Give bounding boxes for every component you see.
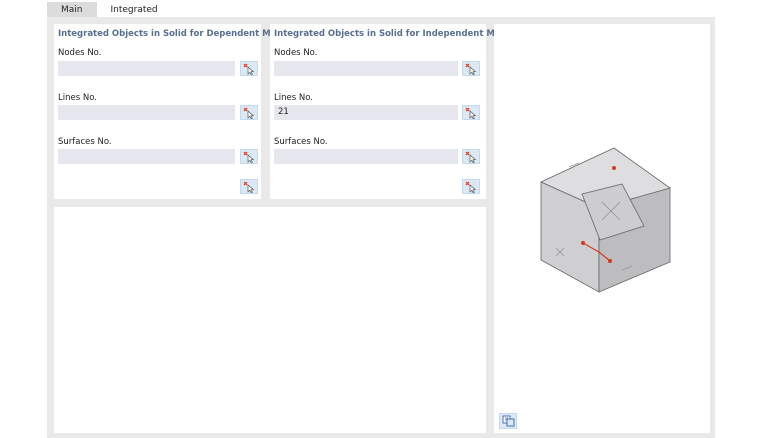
- pick-cursor-icon: [465, 181, 477, 193]
- independent-pick-all-button[interactable]: [462, 179, 480, 194]
- solid-preview-graphic: [540, 147, 671, 293]
- view-options-button[interactable]: [499, 413, 517, 429]
- pick-cursor-icon: [243, 181, 255, 193]
- pick-cursor-icon: [243, 151, 255, 163]
- pick-cursor-icon: [243, 107, 255, 119]
- independent-nodes-label: Nodes No.: [274, 48, 318, 58]
- details-area: [54, 207, 486, 433]
- pick-cursor-icon: [465, 151, 477, 163]
- independent-mesh-title: Integrated Objects in Solid for Independ…: [274, 29, 512, 39]
- independent-surfaces-field[interactable]: [274, 149, 458, 164]
- pick-cursor-icon: [465, 63, 477, 75]
- dialog-frame: Integrated Objects in Solid for Dependen…: [47, 17, 715, 438]
- tab-main[interactable]: Main: [47, 2, 97, 18]
- dependent-nodes-field[interactable]: [58, 61, 235, 76]
- dependent-lines-label: Lines No.: [58, 93, 97, 103]
- dependent-nodes-label: Nodes No.: [58, 48, 102, 58]
- independent-surfaces-pick-button[interactable]: [462, 149, 480, 164]
- dependent-lines-field[interactable]: [58, 105, 235, 120]
- dependent-mesh-title: Integrated Objects in Solid for Dependen…: [58, 29, 288, 39]
- independent-surfaces-label: Surfaces No.: [274, 137, 328, 147]
- dependent-mesh-panel: Integrated Objects in Solid for Dependen…: [54, 24, 287, 199]
- dependent-surfaces-pick-button[interactable]: [240, 149, 258, 164]
- independent-mesh-panel: Integrated Objects in Solid for Independ…: [270, 24, 512, 199]
- dependent-surfaces-label: Surfaces No.: [58, 137, 112, 147]
- tab-bar: Main Integrated: [47, 2, 172, 18]
- pick-cursor-icon: [243, 63, 255, 75]
- independent-lines-field[interactable]: 21: [274, 105, 458, 120]
- dependent-nodes-pick-button[interactable]: [240, 61, 258, 76]
- dependent-lines-pick-button[interactable]: [240, 105, 258, 120]
- independent-nodes-field[interactable]: [274, 61, 458, 76]
- dependent-surfaces-field[interactable]: [58, 149, 235, 164]
- pick-cursor-icon: [465, 107, 477, 119]
- independent-lines-label: Lines No.: [274, 93, 313, 103]
- preview-panel: [494, 24, 710, 433]
- independent-lines-pick-button[interactable]: [462, 105, 480, 120]
- view-options-icon: [502, 415, 514, 427]
- independent-nodes-pick-button[interactable]: [462, 61, 480, 76]
- dependent-pick-all-button[interactable]: [240, 179, 258, 194]
- tab-integrated[interactable]: Integrated: [96, 2, 172, 18]
